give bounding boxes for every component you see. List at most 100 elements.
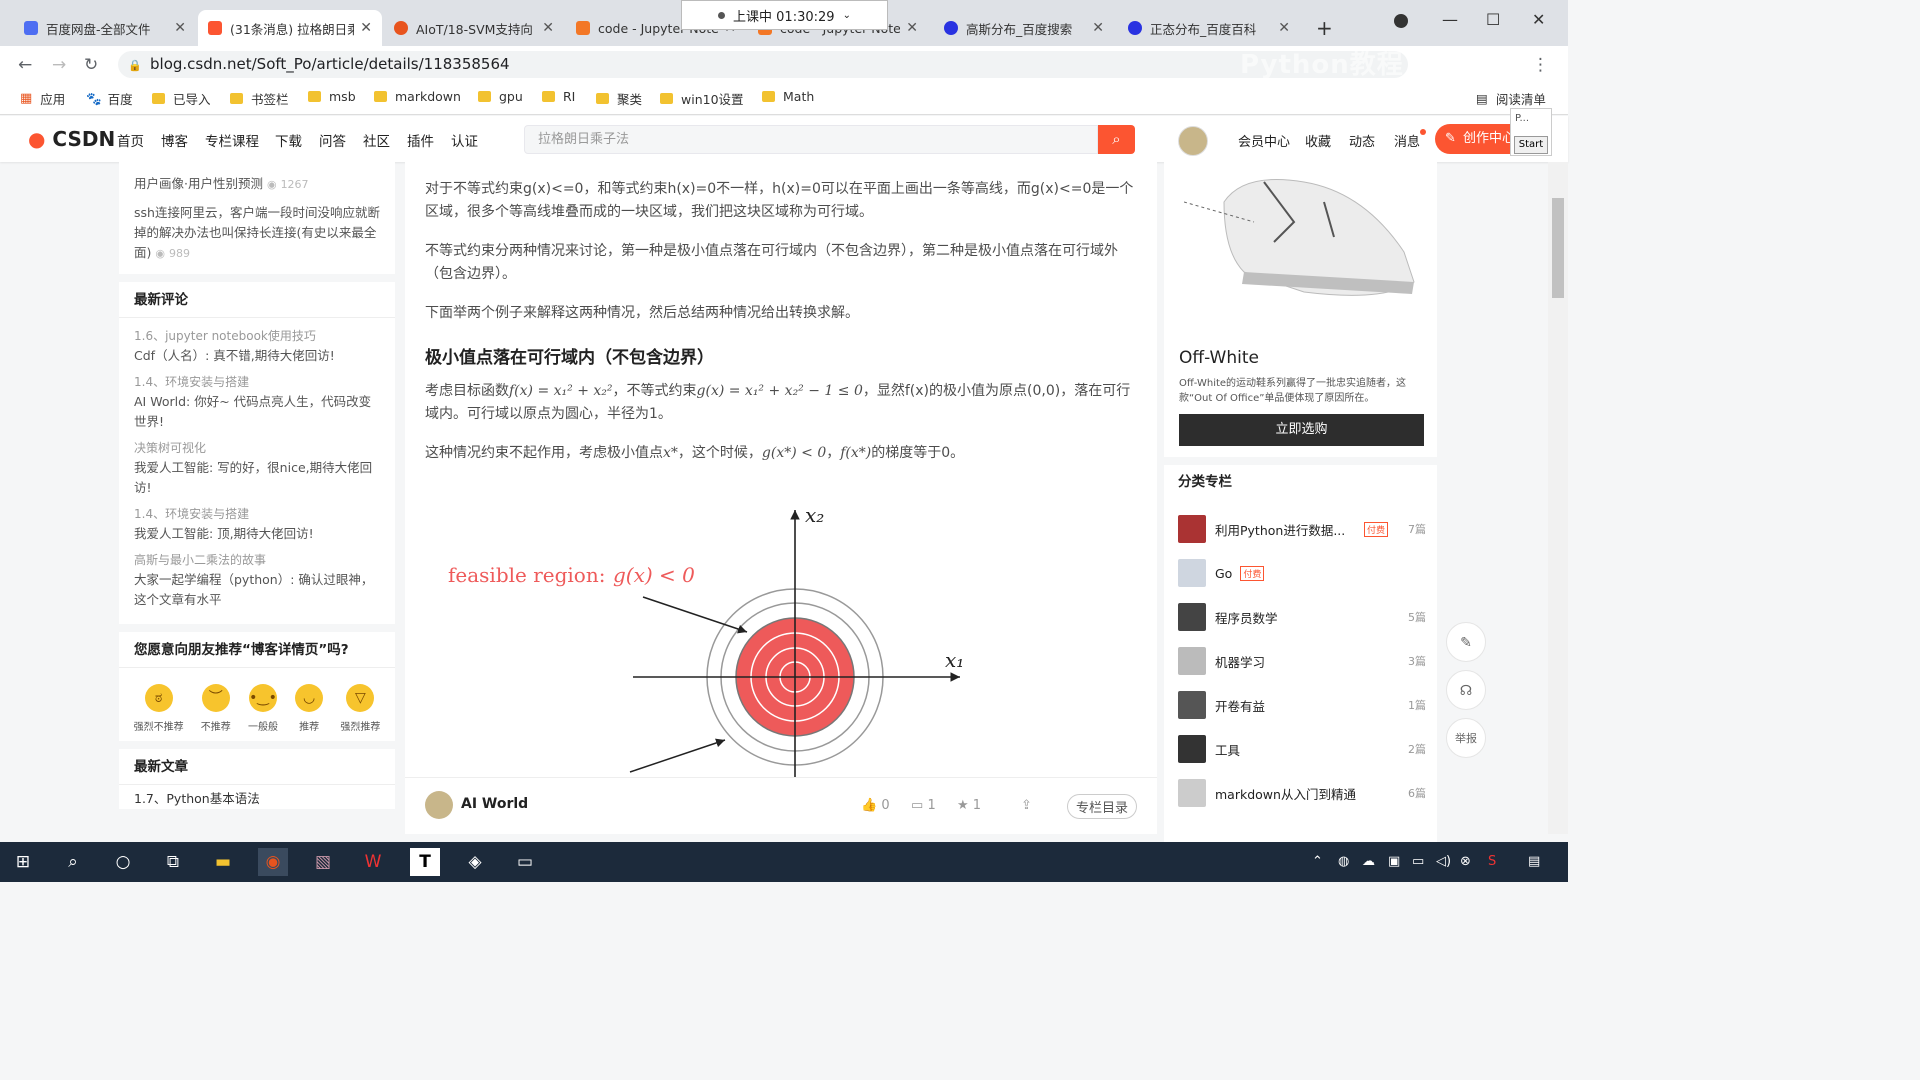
nav-home[interactable]: 首页 xyxy=(117,130,144,150)
forward-icon[interactable]: → xyxy=(52,55,66,75)
browser-menu-icon[interactable]: ⋮ xyxy=(1532,55,1549,75)
tab-baidu-pan[interactable]: 百度网盘-全部文件 ✕ xyxy=(14,10,196,46)
cortana-icon[interactable]: ○ xyxy=(108,848,138,876)
volume-icon[interactable]: ◁) xyxy=(1436,854,1451,869)
close-window-icon[interactable]: ✕ xyxy=(1532,10,1545,29)
bookmark-folder[interactable]: 书签栏 xyxy=(230,89,289,108)
bookmark-folder[interactable]: 聚类 xyxy=(596,89,642,108)
file-explorer-icon[interactable]: ▬ xyxy=(208,848,238,876)
terminal-icon[interactable]: ▭ xyxy=(510,848,540,876)
maximize-icon[interactable]: ☐ xyxy=(1486,10,1500,29)
task-view-icon[interactable]: ⧉ xyxy=(158,848,188,876)
tray-app-icon[interactable]: ◍ xyxy=(1338,854,1349,869)
tab-gauss-search[interactable]: 高斯分布_百度搜索 ✕ xyxy=(934,10,1114,46)
close-tab-icon[interactable]: ✕ xyxy=(174,20,186,36)
favorite-button[interactable]: ★ 1 xyxy=(957,798,981,813)
face-not-recommend[interactable]: ︶ 不推荐 xyxy=(201,684,231,733)
category-item[interactable]: 程序员数学 5篇 xyxy=(1178,601,1426,633)
wps-icon[interactable]: W xyxy=(358,848,388,876)
nav-community[interactable]: 社区 xyxy=(363,130,390,150)
comment-article-link[interactable]: 高斯与最小二乘法的故事 xyxy=(119,550,395,570)
lock-icon[interactable]: 🔒 xyxy=(128,59,142,72)
author-avatar[interactable] xyxy=(425,791,453,819)
column-toc-button[interactable]: 专栏目录 xyxy=(1067,794,1138,819)
bookmark-baidu[interactable]: 🐾 百度 xyxy=(86,89,133,108)
messages-link[interactable]: 消息 xyxy=(1394,131,1420,150)
bookmark-folder[interactable]: win10设置 xyxy=(660,89,744,108)
close-tab-icon[interactable]: ✕ xyxy=(542,20,554,36)
back-icon[interactable]: ← xyxy=(18,55,32,75)
comment-article-link[interactable]: 1.6、jupyter notebook使用技巧 xyxy=(119,326,395,346)
nav-courses[interactable]: 专栏课程 xyxy=(205,130,259,150)
reading-list[interactable]: ▤ 阅读清单 xyxy=(1476,89,1546,108)
bookmark-folder[interactable]: msb xyxy=(308,89,356,104)
network-icon[interactable]: ▭ xyxy=(1412,854,1424,869)
comment-button[interactable]: ▭ 1 xyxy=(911,798,936,813)
category-item[interactable]: 工具 2篇 xyxy=(1178,733,1426,765)
scrollbar-thumb[interactable] xyxy=(1552,198,1564,298)
nav-blog[interactable]: 博客 xyxy=(161,130,188,150)
bookmark-apps[interactable]: ▦ 应用 xyxy=(20,89,65,108)
category-item[interactable]: 机器学习 3篇 xyxy=(1178,645,1426,677)
close-tab-icon[interactable]: ✕ xyxy=(1278,20,1290,36)
face-neutral[interactable]: •‿• 一般般 xyxy=(248,684,278,733)
bookmark-folder[interactable]: markdown xyxy=(374,89,461,104)
antivirus-icon[interactable]: S xyxy=(1488,854,1496,869)
face-strongly-not-recommend[interactable]: ಠ 强烈不推荐 xyxy=(134,684,184,733)
tray-app-icon[interactable]: ▣ xyxy=(1388,854,1400,869)
windows-start-icon[interactable]: ⊞ xyxy=(8,848,38,876)
avatar[interactable] xyxy=(1178,126,1208,156)
headset-icon[interactable]: ☊ xyxy=(1446,670,1486,710)
tab-aiot-svm[interactable]: AIoT/18-SVM支持向 ✕ xyxy=(384,10,564,46)
search-icon[interactable]: ⌕ xyxy=(58,848,88,876)
list-item[interactable]: 用户画像·用户性别预测 ◉ 1267 xyxy=(119,174,395,195)
typora-icon[interactable]: T xyxy=(410,848,440,876)
edit-icon[interactable]: ✎ xyxy=(1446,622,1486,662)
tray-app-icon[interactable]: ⊗ xyxy=(1460,854,1471,869)
face-strongly-recommend[interactable]: ▽ 强烈推荐 xyxy=(340,684,380,733)
bookmark-folder[interactable]: Math xyxy=(762,89,814,104)
list-item[interactable]: ssh连接阿里云，客户端一段时间没响应就断掉的解决办法也叫保持长连接(有史以来最… xyxy=(119,203,395,264)
reload-icon[interactable]: ↻ xyxy=(84,55,98,75)
new-tab-button[interactable]: + xyxy=(1306,10,1336,46)
author-name[interactable]: AI World xyxy=(461,796,528,812)
bookmark-folder[interactable]: 已导入 xyxy=(152,89,211,108)
bookmark-folder[interactable]: gpu xyxy=(478,89,523,104)
nav-cert[interactable]: 认证 xyxy=(451,130,478,150)
tab-csdn-article[interactable]: (31条消息) 拉格朗日乘 ✕ xyxy=(198,10,382,46)
profile-menu-icon[interactable] xyxy=(1394,14,1408,28)
tray-chevron-icon[interactable]: ⌃ xyxy=(1312,854,1323,869)
list-item[interactable]: 1.7、Python基本语法 xyxy=(119,785,395,809)
cloud-icon[interactable]: ☁ xyxy=(1362,854,1375,869)
minimize-icon[interactable]: — xyxy=(1442,10,1458,29)
close-tab-icon[interactable]: ✕ xyxy=(906,20,918,36)
app-cube-icon[interactable]: ◈ xyxy=(460,848,490,876)
notification-center-icon[interactable]: ▤ xyxy=(1528,854,1540,869)
search-input[interactable]: 拉格朗日乘子法 xyxy=(524,125,1098,154)
search-button[interactable]: ⌕ xyxy=(1098,125,1135,154)
comment-article-link[interactable]: 1.4、环境安装与搭建 xyxy=(119,372,395,392)
nav-plugin[interactable]: 插件 xyxy=(407,130,434,150)
category-item[interactable]: 利用Python进行数据... 付费 7篇 xyxy=(1178,513,1426,545)
activity-link[interactable]: 动态 xyxy=(1349,131,1375,150)
favorites-link[interactable]: 收藏 xyxy=(1305,131,1331,150)
start-button[interactable]: Start xyxy=(1514,136,1548,154)
share-icon[interactable]: ⇪ xyxy=(1021,798,1032,813)
nav-qa[interactable]: 问答 xyxy=(319,130,346,150)
comment-article-link[interactable]: 1.4、环境安装与搭建 xyxy=(119,504,395,524)
report-button[interactable]: 举报 xyxy=(1446,718,1486,758)
tab-normal-baike[interactable]: 正态分布_百度百科 ✕ xyxy=(1118,10,1300,46)
ad-card[interactable]: Off-White Off-White的运动鞋系列赢得了一批忠实追随者，这款“O… xyxy=(1164,162,1437,457)
page-scrollbar[interactable] xyxy=(1548,162,1568,834)
paint-icon[interactable]: ▧ xyxy=(308,848,338,876)
face-recommend[interactable]: ◡ 推荐 xyxy=(295,684,324,733)
shop-now-button[interactable]: 立即选购 xyxy=(1179,414,1424,446)
nav-download[interactable]: 下载 xyxy=(275,130,302,150)
close-tab-icon[interactable]: ✕ xyxy=(1092,20,1104,36)
comment-article-link[interactable]: 决策树可视化 xyxy=(119,438,395,458)
bookmark-folder[interactable]: RI xyxy=(542,89,575,104)
url-field[interactable]: blog.csdn.net/Soft_Po/article/details/11… xyxy=(118,51,1408,78)
recording-indicator[interactable]: 上课中 01:30:29 ⌄ xyxy=(681,0,888,30)
csdn-logo[interactable]: ● CSDN xyxy=(28,127,115,151)
category-item[interactable]: 开卷有益 1篇 xyxy=(1178,689,1426,721)
